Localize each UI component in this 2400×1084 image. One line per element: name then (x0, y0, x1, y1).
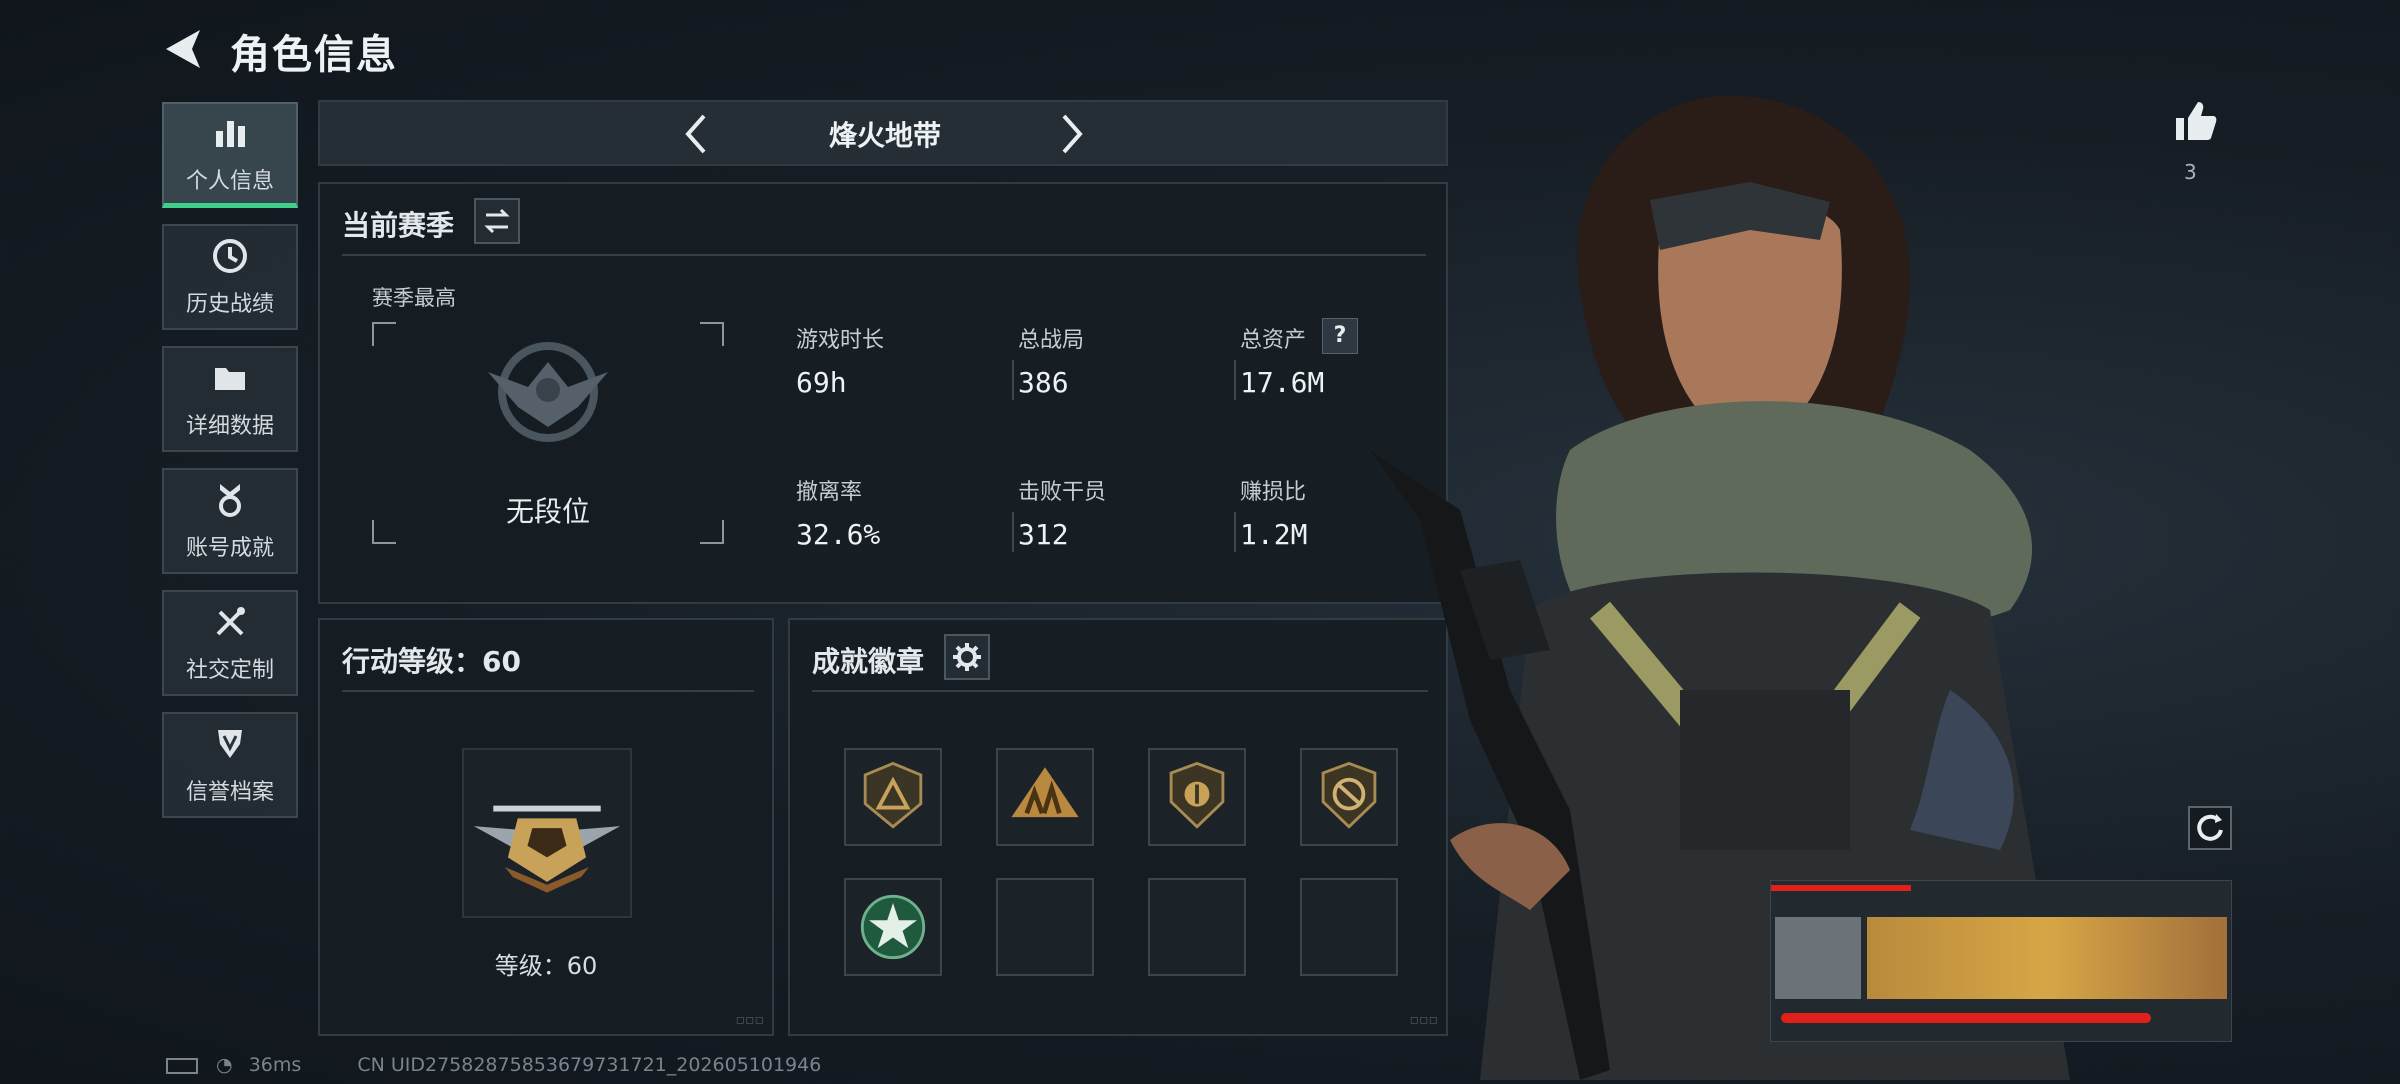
chevron-right-icon (1062, 114, 1083, 154)
nav-item-achievements[interactable]: 账号成就 (162, 468, 298, 574)
mode-label: 烽火地带 (828, 119, 941, 152)
medal-icon (219, 484, 241, 517)
badge-slot[interactable] (844, 878, 942, 976)
like-button[interactable] (2170, 96, 2220, 146)
level-emblem (462, 748, 632, 918)
promo-card[interactable] (1770, 880, 2232, 1042)
divider (342, 690, 754, 692)
like-count: 3 (2184, 160, 2197, 184)
stat-label: 撤离率 (796, 480, 863, 505)
stat-label: 击败干员 (1018, 480, 1107, 505)
stat-value: 1.2M (1240, 518, 1308, 551)
stat-value: 386 (1018, 366, 1069, 399)
badge-slot[interactable] (1148, 748, 1246, 846)
triangle-badge-icon (863, 761, 923, 829)
swap-icon (484, 208, 510, 234)
latency-text: 36ms (248, 1054, 302, 1076)
stat-label: 游戏时长 (796, 328, 885, 353)
gear-icon (953, 643, 981, 671)
stat-total-assets: 总资产 17.6M (1240, 322, 1324, 399)
rank-emblem-icon (488, 342, 608, 442)
thumbs-up-icon (2176, 102, 2217, 140)
battery-icon (166, 1057, 198, 1074)
stat-extraction-rate: 撤离率 32.6% (796, 474, 880, 551)
nav-label: 详细数据 (185, 414, 274, 439)
nav-item-history[interactable]: 历史战绩 (162, 224, 298, 330)
badges-title: 成就徽章 (812, 645, 925, 678)
banner-image[interactable] (1867, 917, 2227, 999)
wifi-icon: ◔ (216, 1054, 233, 1076)
action-level-panel: 行动等级：60 等级：60 ▫▫▫ (318, 618, 774, 1036)
uid-text: CN UID27582875853679731721_202605101946 (357, 1054, 822, 1076)
action-level-title: 行动等级：60 (342, 645, 521, 678)
stat-value: 32.6% (796, 518, 881, 551)
chevron-left-icon (685, 114, 706, 154)
badge-settings-button[interactable] (944, 634, 990, 680)
soldiers-badge-icon (1011, 767, 1079, 818)
rank-frame: 无段位 (372, 322, 724, 544)
bar-chart-icon (216, 120, 245, 147)
nav-label: 信誉档案 (185, 780, 274, 805)
video-thumbnail[interactable] (1775, 917, 1861, 999)
season-title: 当前赛季 (342, 209, 455, 242)
season-best-label: 赛季最高 (372, 286, 456, 310)
shield-badge-icon (1169, 761, 1225, 829)
badge-slot[interactable] (996, 748, 1094, 846)
rank-text: 无段位 (505, 495, 590, 528)
stat-value: 17.6M (1240, 366, 1325, 399)
stat-value: 69h (796, 366, 847, 399)
stat-value: 312 (1018, 518, 1069, 551)
level-text: 等级：60 (494, 952, 598, 980)
stat-label: 赚损比 (1240, 480, 1307, 505)
nav-label: 个人信息 (185, 168, 274, 194)
redaction-bar (1771, 885, 1911, 891)
back-arrow-icon (166, 30, 200, 68)
divider (342, 254, 1426, 256)
nav-item-personal-info[interactable]: 个人信息 (162, 102, 298, 208)
nav-label: 历史战绩 (185, 292, 274, 317)
nav-item-social-custom[interactable]: 社交定制 (162, 590, 298, 696)
nav-label: 账号成就 (185, 536, 274, 561)
refresh-icon (2197, 814, 2223, 841)
divider (812, 690, 1428, 692)
redaction-bar (1781, 1013, 2151, 1023)
nav-item-reputation[interactable]: 信誉档案 (162, 712, 298, 818)
nav-label: 社交定制 (185, 658, 274, 683)
badge-slot[interactable] (844, 748, 942, 846)
badge-slot-empty[interactable] (1148, 878, 1246, 976)
achievement-badge-panel: 成就徽章 ▫▫▫ (788, 618, 1448, 1036)
stat-operators-defeated: 击败干员 312 (1018, 474, 1106, 551)
badge-slot-empty[interactable] (996, 878, 1094, 976)
green-star-badge-icon (860, 894, 926, 960)
stat-profit-loss: 赚损比 1.2M (1240, 474, 1307, 551)
stat-label: 总资产 (1240, 328, 1307, 353)
stat-total-matches: 总战局 386 (1018, 322, 1084, 399)
switch-season-button[interactable] (474, 198, 520, 244)
next-mode-button[interactable] (1052, 110, 1092, 158)
page-title: 角色信息 (230, 32, 398, 78)
folder-icon (215, 368, 245, 390)
stat-playtime: 游戏时长 69h (796, 322, 884, 399)
back-button[interactable] (160, 24, 210, 74)
shield-icon (218, 730, 242, 758)
status-bar: ◔ 36ms CN UID27582875853679731721_202605… (166, 1054, 821, 1076)
refresh-button[interactable] (2188, 806, 2232, 850)
tools-icon (216, 607, 245, 636)
stat-label: 总战局 (1018, 328, 1085, 353)
season-panel: 当前赛季 赛季最高 无段位 游戏时长 69h 总战局 386 总资产 17.6M… (318, 182, 1448, 604)
nav-item-detailed-data[interactable]: 详细数据 (162, 346, 298, 452)
helicopter-badge-icon (473, 805, 621, 893)
prev-mode-button[interactable] (676, 110, 716, 158)
clock-icon (213, 239, 247, 273)
